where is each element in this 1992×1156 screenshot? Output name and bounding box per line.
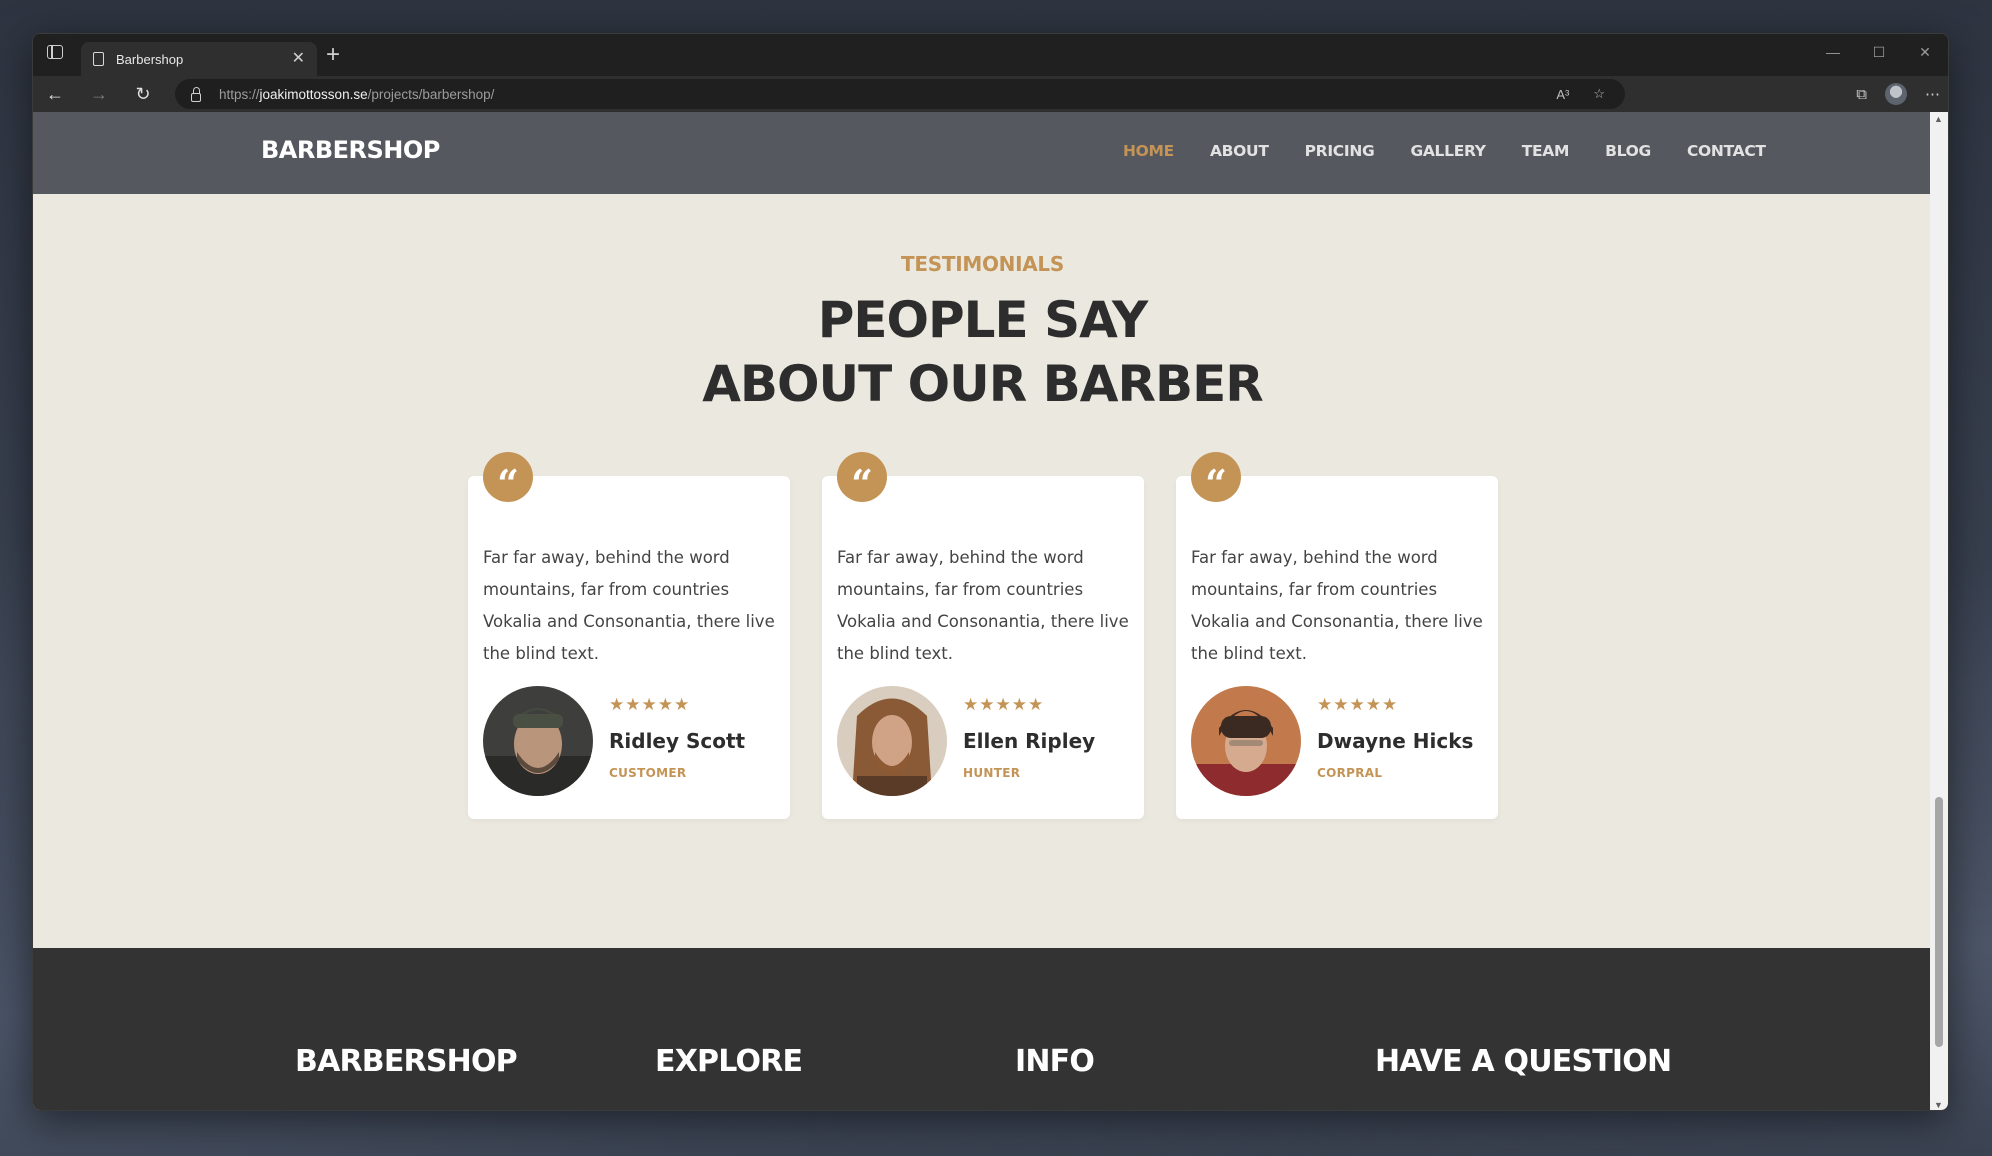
author-name: Ridley Scott (609, 729, 746, 753)
avatar (1191, 686, 1301, 796)
testimonials-section: TESTIMONIALS PEOPLE SAY ABOUT OUR BARBER… (33, 194, 1932, 948)
refresh-icon[interactable]: ↻ (121, 76, 165, 112)
quote-icon: “ (837, 452, 887, 503)
nav-contact[interactable]: CONTACT (1687, 142, 1766, 160)
avatar (837, 686, 947, 796)
url-field[interactable]: https://joakimottosson.se/projects/barbe… (175, 79, 1625, 109)
testimonial-card: “ Far far away, behind the word mountain… (468, 452, 790, 819)
nav-pricing[interactable]: PRICING (1305, 142, 1375, 160)
footer-heading-explore: EXPLORE (655, 1044, 803, 1079)
forward-icon[interactable]: → (77, 76, 121, 112)
section-heading: PEOPLE SAY ABOUT OUR BARBER (702, 291, 1264, 413)
page-icon (93, 52, 104, 66)
author-name: Dwayne Hicks (1317, 729, 1474, 753)
nav-team[interactable]: TEAM (1522, 142, 1570, 160)
site-header: BARBERSHOP HOME ABOUT PRICING GALLERY TE… (33, 112, 1932, 194)
footer-heading-question: HAVE A QUESTION (1375, 1044, 1672, 1079)
quote-icon: “ (1191, 452, 1241, 503)
testimonial-text: Far far away, behind the word mountains,… (837, 548, 1129, 663)
rating-stars: ★★★★★ (963, 695, 1045, 714)
quote-icon: “ (483, 452, 533, 503)
footer-heading-info: INFO (1015, 1044, 1095, 1079)
window-controls: — ☐ ✕ (1810, 34, 1948, 70)
tab-title: Barbershop (116, 51, 184, 67)
nav-home[interactable]: HOME (1123, 142, 1174, 160)
browser-window: Barbershop ✕ + — ☐ ✕ ← → ↻ https://joaki… (32, 33, 1949, 1111)
testimonial-cards: “ Far far away, behind the word mountain… (468, 452, 1498, 819)
testimonial-card: “ Far far away, behind the word mountain… (822, 452, 1144, 819)
lock-icon[interactable] (191, 86, 201, 102)
nav-about[interactable]: ABOUT (1210, 142, 1269, 160)
footer-heading-brand: BARBERSHOP (295, 1044, 518, 1079)
site-logo[interactable]: BARBERSHOP (261, 136, 440, 164)
rating-stars: ★★★★★ (1317, 695, 1399, 714)
main-nav: HOME ABOUT PRICING GALLERY TEAM BLOG CON… (1123, 142, 1766, 160)
profile-avatar[interactable] (1885, 83, 1907, 105)
scroll-down-icon[interactable]: ▼ (1934, 1100, 1943, 1110)
scroll-up-icon[interactable]: ▲ (1934, 114, 1943, 124)
site-footer: BARBERSHOP EXPLORE INFO HAVE A QUESTION (33, 948, 1932, 1110)
tab-actions-icon[interactable] (47, 45, 63, 59)
new-tab-icon[interactable]: + (326, 43, 340, 67)
author-name: Ellen Ripley (963, 729, 1096, 753)
read-aloud-icon[interactable]: A³ (1556, 87, 1569, 102)
tab-bar: Barbershop ✕ + — ☐ ✕ (33, 34, 1948, 76)
maximize-icon[interactable]: ☐ (1856, 34, 1902, 70)
section-eyebrow: TESTIMONIALS (901, 252, 1064, 276)
author-role: CORPRAL (1317, 766, 1383, 780)
rating-stars: ★★★★★ (609, 695, 691, 714)
avatar (483, 686, 593, 796)
tab-barbershop[interactable]: Barbershop ✕ (81, 42, 317, 76)
author-role: HUNTER (963, 766, 1021, 780)
add-favorite-icon[interactable]: ☆ (1593, 86, 1605, 102)
url-text: https://joakimottosson.se/projects/barbe… (219, 86, 495, 102)
scroll-thumb[interactable] (1935, 797, 1943, 1047)
nav-blog[interactable]: BLOG (1605, 142, 1651, 160)
window-close-icon[interactable]: ✕ (1902, 34, 1948, 70)
page-scrollbar[interactable]: ▲ ▼ (1930, 112, 1948, 1110)
page-viewport: BARBERSHOP HOME ABOUT PRICING GALLERY TE… (33, 112, 1932, 1110)
back-icon[interactable]: ← (33, 76, 77, 112)
testimonial-text: Far far away, behind the word mountains,… (1191, 548, 1483, 663)
minimize-icon[interactable]: — (1810, 34, 1856, 70)
address-bar: ← → ↻ https://joakimottosson.se/projects… (33, 76, 1948, 112)
author-role: CUSTOMER (609, 766, 687, 780)
nav-gallery[interactable]: GALLERY (1410, 142, 1486, 160)
testimonial-text: Far far away, behind the word mountains,… (483, 548, 775, 663)
more-icon[interactable]: ⋯ (1925, 85, 1940, 103)
tab-close-icon[interactable]: ✕ (292, 51, 305, 67)
collections-icon[interactable]: ⧉ (1856, 86, 1867, 103)
toolbar-right: ⧉ ⋯ (1856, 76, 1940, 112)
testimonial-card: “ Far far away, behind the word mountain… (1176, 452, 1498, 819)
